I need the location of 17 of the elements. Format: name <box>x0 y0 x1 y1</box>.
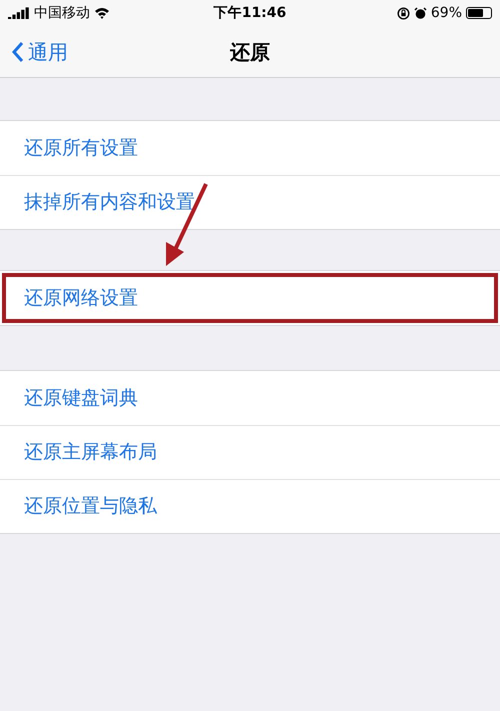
status-time: 下午11:46 <box>212 4 288 22</box>
battery-percent: 69% <box>430 4 462 22</box>
rotation-lock-icon <box>396 6 410 20</box>
battery-icon <box>466 7 492 19</box>
back-button[interactable]: 通用 <box>0 36 68 66</box>
settings-row[interactable]: 还原键盘词典 <box>0 371 500 425</box>
alarm-icon <box>414 6 427 20</box>
settings-row[interactable]: 还原位置与隐私 <box>0 479 500 533</box>
settings-row[interactable]: 还原主屏幕布局 <box>0 425 500 479</box>
settings-row[interactable]: 还原网络设置 <box>0 271 500 325</box>
wifi-icon <box>94 7 110 19</box>
carrier-name: 中国移动 <box>34 4 90 22</box>
settings-row[interactable]: 还原所有设置 <box>0 121 500 175</box>
settings-row[interactable]: 抹掉所有内容和设置 <box>0 175 500 229</box>
back-chevron-icon <box>12 40 24 62</box>
page-title: 还原 <box>230 38 270 66</box>
signal-icon <box>8 7 30 19</box>
